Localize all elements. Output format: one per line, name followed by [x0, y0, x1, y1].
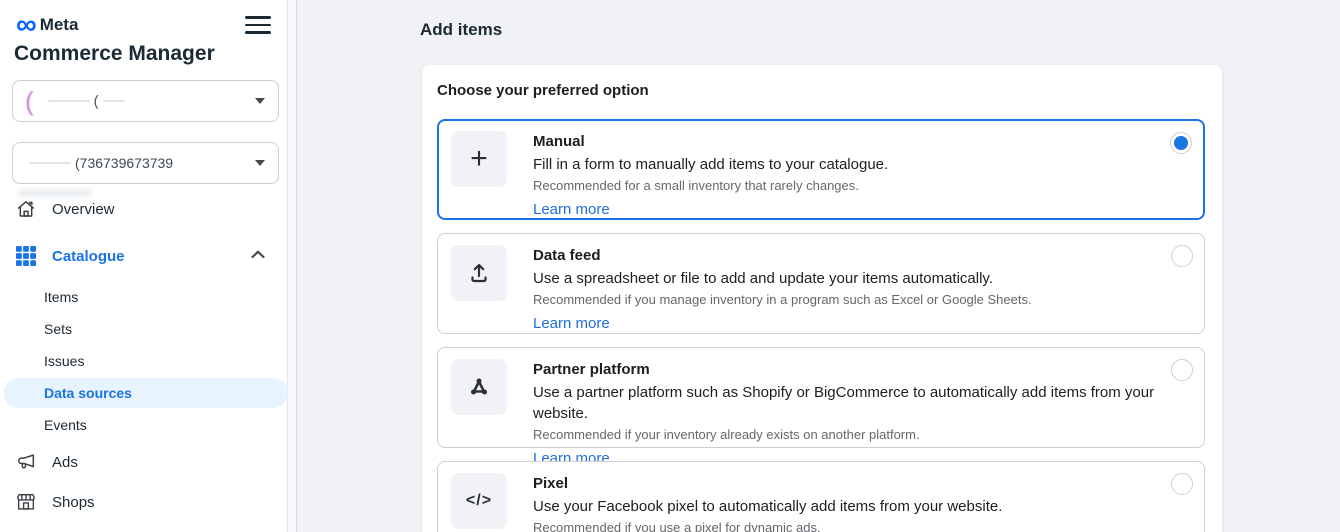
option-description: Fill in a form to manually add items to …: [533, 154, 888, 175]
redacted-avatar: (: [25, 88, 34, 114]
business-account-selector[interactable]: ( (: [12, 80, 279, 122]
page-title: Add items: [420, 20, 502, 40]
sidebar-item-overview[interactable]: Overview: [0, 195, 287, 223]
learn-more-link[interactable]: Learn more: [533, 314, 1032, 334]
redacted-glyph: (: [94, 93, 99, 110]
option-recommendation: Recommended for a small inventory that r…: [533, 177, 888, 194]
sidebar-item-label: Catalogue: [52, 248, 125, 265]
main-content: Add items Choose your preferred option +…: [297, 0, 1340, 532]
option-recommendation: Recommended if you use a pixel for dynam…: [533, 519, 1002, 532]
sidebar-item-issues[interactable]: Issues: [0, 347, 287, 375]
option-data-feed[interactable]: Data feed Use a spreadsheet or file to a…: [437, 233, 1205, 334]
option-recommendation: Recommended if your inventory already ex…: [533, 426, 1191, 443]
sidebar-item-label: Shops: [52, 494, 95, 511]
sidebar-header: ∞ Meta: [16, 12, 271, 38]
sidebar-scrollbar[interactable]: [287, 0, 297, 532]
sidebar-item-shops[interactable]: Shops: [0, 487, 287, 517]
radio-partner-platform[interactable]: [1171, 359, 1193, 381]
add-items-card: Choose your preferred option + Manual Fi…: [422, 65, 1222, 532]
redacted-text-bar: [103, 100, 125, 102]
sidebar-item-label: Overview: [52, 201, 115, 218]
upload-icon: [451, 245, 507, 301]
option-description: Use a partner platform such as Shopify o…: [533, 382, 1191, 424]
catalogue-selector-value: (736739673739: [75, 155, 173, 171]
connected-nodes-icon: [451, 359, 507, 415]
sidebar-item-sets[interactable]: Sets: [0, 315, 287, 343]
sidebar-item-catalogue[interactable]: Catalogue: [0, 242, 287, 270]
sidebar-item-events[interactable]: Events: [0, 411, 287, 439]
sidebar-item-label: Issues: [44, 353, 84, 369]
sidebar-item-label: Ads: [52, 454, 78, 471]
menu-hamburger-icon[interactable]: [245, 16, 271, 34]
caret-down-icon: [255, 160, 265, 166]
megaphone-icon: [14, 450, 38, 474]
code-icon: </>: [451, 473, 507, 529]
option-pixel[interactable]: </> Pixel Use your Facebook pixel to aut…: [437, 461, 1205, 532]
sidebar-item-label: Events: [44, 417, 87, 433]
app-title: Commerce Manager: [14, 42, 215, 66]
option-text: Pixel Use your Facebook pixel to automat…: [533, 473, 1002, 532]
meta-logo-text: Meta: [40, 15, 79, 35]
meta-infinity-icon: ∞: [16, 15, 35, 35]
meta-logo: ∞ Meta: [16, 15, 78, 35]
sidebar-item-label: Sets: [44, 321, 72, 337]
radio-manual[interactable]: [1170, 132, 1192, 154]
sidebar-item-ads[interactable]: Ads: [0, 448, 287, 476]
option-title: Data feed: [533, 246, 1032, 266]
option-text: Manual Fill in a form to manually add it…: [533, 131, 888, 220]
option-partner-platform[interactable]: Partner platform Use a partner platform …: [437, 347, 1205, 448]
option-recommendation: Recommended if you manage inventory in a…: [533, 291, 1032, 308]
plus-icon: +: [451, 131, 507, 187]
catalogue-selector[interactable]: (736739673739: [12, 142, 279, 184]
option-title: Pixel: [533, 474, 1002, 494]
sidebar-item-label: Items: [44, 289, 78, 305]
redacted-text-bar: [29, 162, 71, 164]
radio-data-feed[interactable]: [1171, 245, 1193, 267]
storefront-icon: [14, 490, 38, 514]
card-title: Choose your preferred option: [437, 82, 649, 99]
option-manual[interactable]: + Manual Fill in a form to manually add …: [437, 119, 1205, 220]
redacted-text-bar: [48, 100, 90, 102]
option-description: Use your Facebook pixel to automatically…: [533, 496, 1002, 517]
option-title: Manual: [533, 132, 888, 152]
sidebar: ∞ Meta Commerce Manager ( ( (73673967373…: [0, 0, 287, 532]
option-title: Partner platform: [533, 360, 1191, 380]
sidebar-item-label: Data sources: [44, 385, 132, 401]
radio-pixel[interactable]: [1171, 473, 1193, 495]
option-text: Data feed Use a spreadsheet or file to a…: [533, 245, 1032, 334]
chevron-up-icon[interactable]: [251, 250, 265, 259]
learn-more-link[interactable]: Learn more: [533, 200, 888, 220]
sidebar-item-items[interactable]: Items: [0, 283, 287, 311]
option-text: Partner platform Use a partner platform …: [533, 359, 1191, 469]
caret-down-icon: [255, 98, 265, 104]
grid-icon: [14, 244, 38, 268]
option-description: Use a spreadsheet or file to add and upd…: [533, 268, 1032, 289]
home-icon: [14, 197, 38, 221]
sidebar-item-data-sources[interactable]: Data sources: [4, 378, 288, 408]
commerce-manager-app: ∞ Meta Commerce Manager ( ( (73673967373…: [0, 0, 1340, 532]
